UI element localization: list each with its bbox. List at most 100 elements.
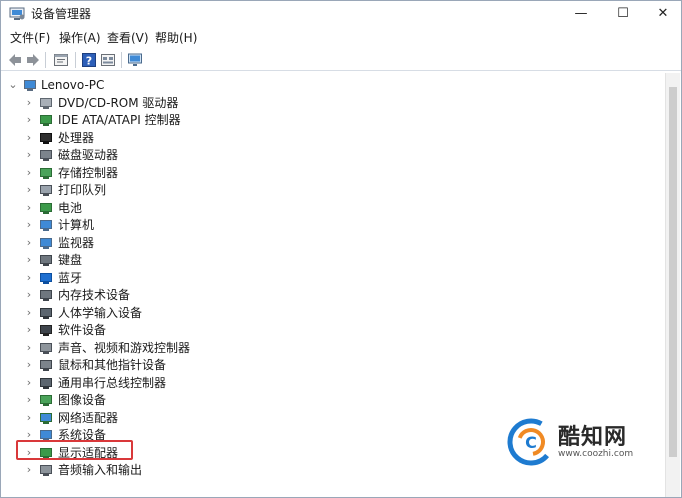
close-button[interactable]: ✕ [645, 1, 681, 27]
maximize-button[interactable]: ☐ [605, 1, 641, 27]
window-title: 设备管理器 [31, 7, 92, 21]
tree-node[interactable]: › 处理器 [1, 130, 661, 147]
properties-icon[interactable] [53, 52, 69, 68]
tree-node-label: 图像设备 [58, 393, 107, 407]
chevron-right-icon[interactable]: › [23, 394, 35, 406]
camera-icon [40, 395, 52, 406]
tree-node-label: 键盘 [58, 253, 83, 267]
computer-monitor-icon [40, 220, 52, 231]
toolbar-separator [75, 52, 76, 68]
tree-node-label: 网络适配器 [58, 410, 119, 425]
chevron-right-icon[interactable]: › [23, 324, 35, 336]
keyboard-icon [40, 255, 52, 266]
tree-node[interactable]: › 通用串行总线控制器 [1, 375, 661, 392]
tree-node[interactable]: › 计算机 [1, 217, 661, 234]
tree-node-label: IDE ATA/ATAPI 控制器 [58, 113, 181, 127]
memory-device-icon [40, 290, 52, 301]
ide-controller-icon [40, 115, 52, 126]
chevron-right-icon[interactable]: › [23, 236, 35, 249]
chevron-down-icon[interactable]: ⌄ [7, 79, 19, 91]
tree-node-label: 声音、视频和游戏控制器 [58, 340, 191, 355]
tree-node-label: 人体学输入设备 [58, 305, 143, 320]
tree-node-label: 内存技术设备 [58, 288, 131, 302]
menu-action[interactable]: 操作(A) [59, 29, 101, 47]
chevron-right-icon[interactable]: › [23, 411, 35, 424]
tree-node[interactable]: › DVD/CD-ROM 驱动器 [1, 95, 661, 112]
tree-node-label: 计算机 [58, 218, 95, 232]
mouse-icon [40, 360, 52, 371]
chevron-right-icon[interactable]: › [23, 131, 35, 144]
chevron-right-icon[interactable]: › [23, 289, 35, 301]
chevron-right-icon[interactable]: › [23, 166, 35, 179]
chevron-right-icon[interactable]: › [23, 341, 35, 354]
highlight-annotation [16, 440, 133, 460]
vertical-scrollbar[interactable] [665, 73, 680, 497]
chevron-right-icon[interactable]: › [23, 271, 35, 284]
svg-text:C: C [525, 433, 537, 452]
chevron-right-icon[interactable]: › [23, 254, 35, 266]
tree-node[interactable]: › 鼠标和其他指针设备 [1, 357, 661, 374]
tree-node-label: 音频输入和输出 [58, 463, 143, 477]
minimize-button[interactable]: — [563, 1, 599, 27]
forward-icon[interactable] [25, 52, 41, 68]
chevron-right-icon[interactable]: › [23, 359, 35, 371]
menu-view[interactable]: 查看(V) [107, 29, 149, 47]
hid-icon [40, 307, 52, 319]
network-adapter-icon [40, 412, 52, 424]
tree-node[interactable]: › 蓝牙 [1, 270, 661, 287]
chevron-right-icon[interactable]: › [23, 376, 35, 389]
watermark-logo-icon: C [507, 418, 555, 466]
bluetooth-icon [40, 272, 52, 284]
chevron-right-icon[interactable]: › [23, 201, 35, 214]
printer-icon [40, 185, 52, 196]
tree-node-label: 监视器 [58, 235, 95, 250]
storage-controller-icon [40, 167, 52, 179]
tree-node[interactable]: › 打印队列 [1, 182, 661, 199]
tree-node-label: DVD/CD-ROM 驱动器 [58, 95, 179, 110]
computer-icon [24, 80, 36, 91]
usb-icon [40, 377, 52, 389]
chevron-right-icon[interactable]: › [23, 96, 35, 109]
scrollbar-thumb[interactable] [669, 87, 677, 457]
watermark-brand: 酷知网 [558, 425, 628, 450]
monitor-icon[interactable] [127, 52, 143, 68]
menu-help[interactable]: 帮助(H) [155, 29, 197, 47]
tree-node[interactable]: › 电池 [1, 200, 661, 217]
disk-drive-icon [40, 150, 52, 161]
tree-node[interactable]: › IDE ATA/ATAPI 控制器 [1, 112, 661, 129]
menu-file[interactable]: 文件(F) [10, 29, 50, 47]
toolbar-separator [121, 52, 122, 68]
tree-node[interactable]: › 人体学输入设备 [1, 305, 661, 322]
processor-icon [40, 132, 52, 144]
watermark: C 酷知网 www.coozhi.com [506, 413, 666, 475]
title-bar[interactable]: 设备管理器 — ☐ ✕ [1, 1, 681, 28]
tree-node-label: 电池 [58, 200, 83, 215]
back-icon[interactable] [7, 52, 23, 68]
chevron-right-icon[interactable]: › [23, 219, 35, 231]
tree-node[interactable]: › 内存技术设备 [1, 287, 661, 304]
menu-bar: 文件(F) 操作(A) 查看(V) 帮助(H) [1, 29, 681, 47]
sound-icon [40, 342, 52, 354]
tree-node[interactable]: › 磁盘驱动器 [1, 147, 661, 164]
tree-node[interactable]: › 键盘 [1, 252, 661, 269]
help-icon[interactable]: ? [81, 52, 97, 68]
chevron-right-icon[interactable]: › [23, 464, 35, 476]
chevron-right-icon[interactable]: › [23, 149, 35, 161]
tree-node[interactable]: › 声音、视频和游戏控制器 [1, 340, 661, 357]
watermark-url: www.coozhi.com [558, 449, 634, 459]
dvd-drive-icon [40, 97, 52, 109]
tree-node[interactable]: › 存储控制器 [1, 165, 661, 182]
tree-node[interactable]: › 软件设备 [1, 322, 661, 339]
tree-node[interactable]: › 图像设备 [1, 392, 661, 409]
monitor-icon [40, 237, 52, 249]
toolbar: ? [1, 49, 681, 71]
tree-root-node[interactable]: ⌄ Lenovo-PC [1, 77, 661, 94]
chevron-right-icon[interactable]: › [23, 114, 35, 126]
tree-node[interactable]: › 监视器 [1, 235, 661, 252]
chevron-right-icon[interactable]: › [23, 306, 35, 319]
view-icon[interactable] [100, 52, 116, 68]
battery-icon [40, 202, 52, 214]
chevron-right-icon[interactable]: › [23, 184, 35, 196]
device-manager-window: 设备管理器 — ☐ ✕ 文件(F) 操作(A) 查看(V) 帮助(H) ? ⌄ … [0, 0, 682, 498]
tree-node-label: 软件设备 [58, 323, 107, 337]
